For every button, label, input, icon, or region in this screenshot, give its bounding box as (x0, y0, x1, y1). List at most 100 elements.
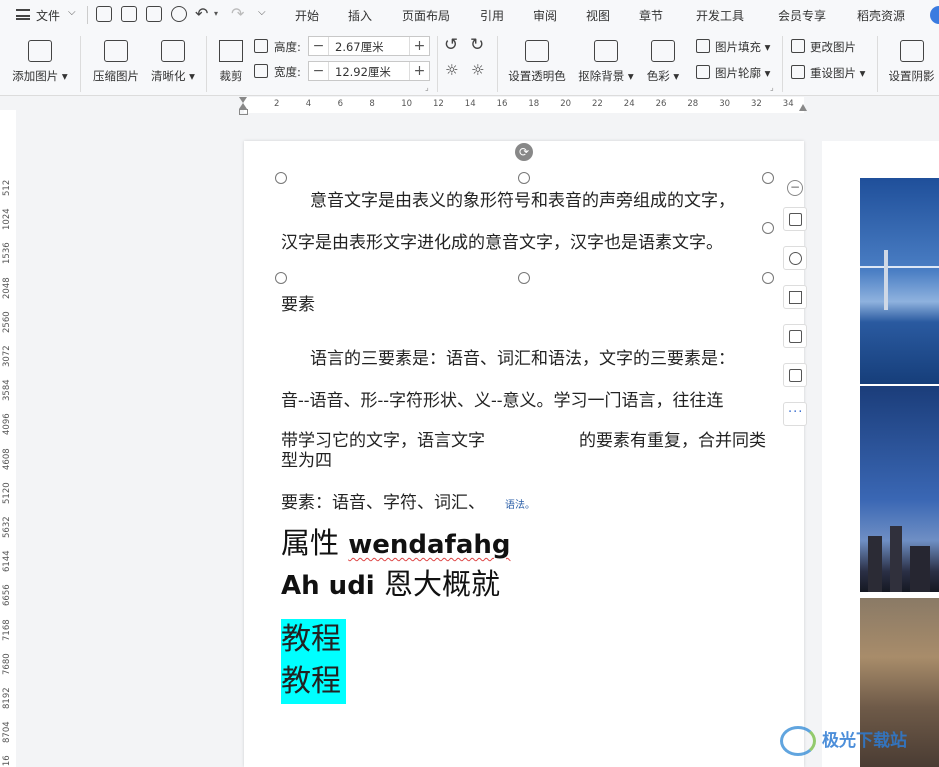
height-icon (254, 39, 268, 53)
resize-handle[interactable] (762, 222, 774, 234)
file-menu[interactable]: 文件 (36, 7, 60, 24)
shadow-icon (899, 40, 924, 62)
customize-icon[interactable]: ⌵ (258, 7, 266, 18)
color-button[interactable]: 色彩 ▾ (642, 40, 684, 84)
paragraph-line[interactable]: 要素：语音、字符、词汇、 (281, 488, 485, 513)
paragraph-line[interactable]: 型为四 (281, 446, 332, 471)
print-preview-icon[interactable] (171, 6, 187, 22)
right-indent-marker-icon[interactable] (799, 104, 807, 111)
paragraph-line[interactable]: 语言的三要素是：语音、词汇和语法，文字的三要素是： (310, 344, 735, 369)
compress-image-label: 压缩图片 (93, 69, 139, 83)
width-value[interactable]: 12.92厘米 (335, 64, 391, 80)
height-value[interactable]: 2.67厘米 (335, 39, 384, 55)
menu-tab[interactable]: 稻壳资源 (857, 7, 905, 24)
expand-icon[interactable]: ⌟ (770, 83, 774, 92)
menu-tab[interactable]: 会员专享 (778, 7, 826, 24)
height-stepper[interactable]: − 2.67厘米 + (308, 36, 430, 56)
width-decrease-button[interactable]: − (309, 62, 329, 80)
export-pdf-icon[interactable] (121, 6, 137, 22)
layout-options-button[interactable] (783, 207, 807, 231)
clarify-button[interactable]: 清晰化 ▾ (148, 40, 198, 84)
remove-background-icon (594, 40, 618, 62)
user-avatar[interactable] (930, 6, 939, 24)
paragraph-line[interactable]: 的要素有重复，合并同类 (579, 426, 766, 451)
menu-tab[interactable]: 开发工具 (696, 7, 744, 24)
vertical-ruler[interactable]: 512 1024 1536 2048 2560 3072 3584 4096 4608 5120 5… (0, 110, 16, 767)
image-outline-button[interactable]: 图片轮廓 ▾ (715, 65, 770, 81)
big-text-line[interactable]: 属性 wendafahg (281, 520, 511, 562)
resize-handle[interactable] (275, 272, 287, 284)
watermark-logo: 极光下载站 (780, 722, 930, 762)
resize-handle[interactable] (518, 272, 530, 284)
height-decrease-button[interactable]: − (309, 37, 329, 55)
contrast-icon[interactable]: ☼ (471, 61, 484, 79)
menu-tab[interactable]: 开始 (295, 7, 319, 24)
menu-tab[interactable]: 章节 (639, 7, 663, 24)
collapse-icon[interactable]: − (787, 180, 803, 196)
redo-icon[interactable]: ↷ (231, 4, 244, 23)
image-fill-button[interactable]: 图片填充 ▾ (715, 39, 770, 55)
big-text-latin: Ah udi (281, 571, 375, 601)
menu-tab[interactable]: 审阅 (533, 7, 557, 24)
add-image-label: 添加图片 (12, 69, 59, 83)
big-text-latin: wendafahg (348, 530, 511, 560)
expand-icon[interactable]: ⌟ (425, 83, 429, 92)
width-increase-button[interactable]: + (409, 62, 429, 80)
add-image-button[interactable]: 添加图片 ▾ (8, 40, 72, 84)
resize-handle[interactable] (275, 172, 287, 184)
rotate-handle-icon[interactable]: ⟳ (515, 143, 533, 161)
menu-tab[interactable]: 视图 (586, 7, 610, 24)
set-shadow-button[interactable]: 设置阴影 (884, 40, 939, 84)
divider (782, 36, 783, 92)
building (910, 546, 930, 592)
clarify-icon (161, 40, 185, 62)
section-heading[interactable]: 要素 (281, 290, 315, 315)
menu-tab[interactable]: 引用 (480, 7, 504, 24)
photo-city-dusk[interactable] (860, 386, 939, 592)
image-to-text-button[interactable] (783, 324, 807, 348)
resize-handle[interactable] (518, 172, 530, 184)
ruler-tick-label: 7680 (2, 653, 12, 675)
photo-bridge[interactable] (860, 178, 939, 384)
resize-handle[interactable] (762, 172, 774, 184)
zoom-image-button[interactable] (783, 246, 807, 270)
paragraph-line[interactable]: 音--语音、形--字符形状、义--意义。学习一门语言，往往连 (281, 386, 723, 411)
crop-button[interactable]: 裁剪 (212, 40, 250, 84)
paragraph-line[interactable]: 意音文字是由表义的象形符号和表音的声旁组成的文字， (310, 186, 735, 211)
highlighted-text: 教程 (281, 664, 341, 699)
undo-icon[interactable]: ↶ (195, 4, 208, 23)
undo-dropdown-icon[interactable]: ▾ (214, 9, 218, 18)
divider (437, 36, 438, 92)
ruler-tick-label: 5120 (2, 482, 12, 504)
reset-image-button[interactable]: 重设图片 ▾ (810, 65, 865, 81)
resize-handle[interactable] (762, 272, 774, 284)
width-stepper[interactable]: − 12.92厘米 + (308, 61, 430, 81)
image-fill-label: 图片填充 (715, 40, 761, 54)
chevron-down-icon[interactable]: ⌵ (68, 7, 76, 18)
height-increase-button[interactable]: + (409, 37, 429, 55)
menu-tab[interactable]: 插入 (348, 7, 372, 24)
compress-image-button[interactable]: 压缩图片 (88, 40, 144, 84)
image-edit-button[interactable] (783, 363, 807, 387)
crop-side-button[interactable] (783, 285, 807, 309)
remove-background-button[interactable]: 抠除背景 ▾ (574, 40, 638, 84)
save-icon[interactable] (96, 6, 112, 22)
indent-marker-icon[interactable] (239, 97, 248, 117)
more-button[interactable]: ··· (783, 402, 807, 426)
print-icon[interactable] (146, 6, 162, 22)
horizontal-ruler[interactable]: 2 4 6 8 10 12 14 16 18 20 22 24 26 28 30 32 34 (244, 97, 804, 113)
paragraph-line[interactable]: 汉字是由表形文字进化成的意音文字，汉字也是语素文字。 (281, 228, 723, 253)
highlighted-text-block[interactable]: 教程 教程 (281, 619, 346, 704)
crop-icon (789, 291, 802, 304)
ruler-tick-label: 5632 (2, 516, 12, 538)
hamburger-icon[interactable] (16, 9, 30, 20)
change-image-button[interactable]: 更改图片 (810, 39, 856, 55)
big-text-line[interactable]: Ah udi 恩大概就 (281, 561, 500, 603)
set-transparent-button[interactable]: 设置透明色 (504, 40, 570, 84)
reset-image-icon (791, 65, 805, 79)
rotate-right-icon[interactable]: ↻ (470, 35, 484, 55)
brightness-icon[interactable]: ☼ (445, 61, 458, 79)
small-note[interactable]: 语法。 (505, 496, 535, 511)
menu-tab[interactable]: 页面布局 (402, 7, 450, 24)
rotate-left-icon[interactable]: ↺ (444, 35, 458, 55)
